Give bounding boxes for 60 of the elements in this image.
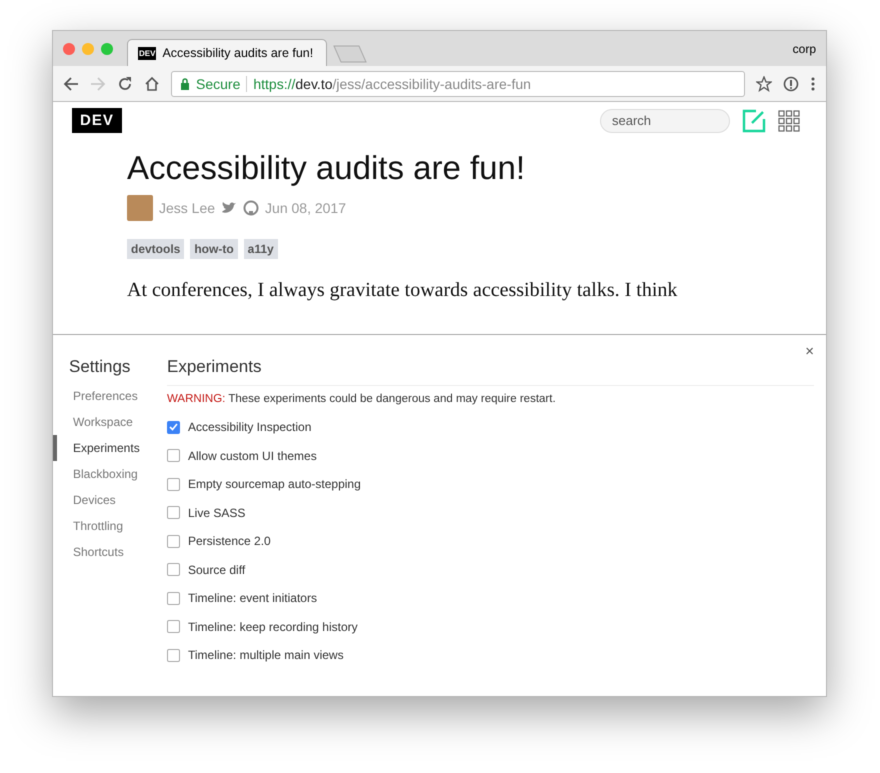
settings-nav-item[interactable]: Shortcuts — [53, 539, 151, 565]
settings-nav-item[interactable]: Devices — [53, 487, 151, 513]
settings-nav-item[interactable]: Workspace — [53, 409, 151, 435]
settings-title: Settings — [68, 357, 132, 377]
minimize-window-button[interactable] — [82, 42, 94, 54]
experiment-label: Timeline: multiple main views — [188, 648, 344, 662]
star-icon[interactable] — [756, 76, 772, 92]
lock-icon — [180, 78, 190, 90]
article-title: Accessibility audits are fun! — [127, 149, 526, 187]
experiment-label: Live SASS — [188, 506, 246, 520]
experiment-checkbox[interactable] — [167, 648, 180, 662]
experiment-checkbox[interactable] — [167, 563, 180, 576]
experiment-checkbox[interactable] — [167, 534, 180, 548]
experiment-checkbox[interactable] — [167, 592, 180, 605]
experiment-checkbox[interactable] — [167, 620, 180, 634]
tab-favicon: DEV — [138, 46, 156, 60]
tag-chip[interactable]: devtools — [127, 239, 184, 259]
reload-icon[interactable] — [117, 76, 133, 92]
author-name[interactable]: Jess Lee — [159, 200, 216, 216]
grid-menu-icon[interactable] — [778, 110, 800, 132]
experiment-checkbox[interactable] — [167, 449, 180, 462]
settings-nav-item[interactable]: Experiments — [53, 435, 151, 461]
write-post-icon[interactable] — [742, 108, 766, 132]
experiment-label: Empty sourcemap auto-stepping — [188, 477, 361, 492]
profile-label[interactable]: corp — [792, 42, 816, 56]
close-button[interactable]: × — [805, 343, 814, 360]
section-heading: Experiments — [167, 357, 262, 376]
new-tab-button[interactable] — [333, 45, 367, 63]
bird-icon[interactable] — [221, 201, 238, 215]
experiment-label: Persistence 2.0 — [188, 534, 271, 548]
settings-nav-item[interactable]: Blackboxing — [53, 461, 151, 487]
tag-chip[interactable]: a11y — [244, 239, 278, 259]
back-icon[interactable] — [63, 76, 79, 92]
home-icon[interactable] — [144, 76, 160, 92]
forward-icon[interactable] — [90, 76, 106, 92]
experiment-label: Accessibility Inspection — [188, 420, 312, 434]
avatar-placeholder — [127, 195, 153, 221]
search-field[interactable]: search — [600, 108, 730, 132]
experiment-label: Source diff — [188, 562, 246, 577]
experiment-label: Timeline: keep recording history — [188, 620, 358, 634]
zoom-window-button[interactable] — [101, 42, 113, 54]
experiment-label: Timeline: event initiators — [188, 591, 317, 606]
browser-tab[interactable]: DEV Accessibility audits are fun! — [127, 39, 327, 66]
info-icon[interactable] — [783, 76, 799, 92]
article-paragraph: At conferences, I always gravitate towards accessibility talks. I think — [127, 279, 678, 302]
site-logo[interactable]: DEV — [72, 108, 122, 133]
settings-nav-item[interactable]: Preferences — [53, 383, 151, 409]
close-window-button[interactable] — [63, 42, 75, 54]
warning-message: WARNING: These experiments could be dangerous and may require restart. — [167, 393, 557, 405]
address-bar[interactable]: Secure https://dev.to/jess/accessibility-audits-are-fun — [171, 70, 745, 96]
url-text: https://dev.to/jess/accessibility-audits-are-fun — [253, 76, 531, 92]
security-label: Secure — [196, 76, 240, 92]
menu-icon[interactable] — [810, 76, 816, 92]
experiment-checkbox[interactable] — [167, 420, 180, 434]
experiment-checkbox[interactable] — [167, 506, 180, 520]
post-date: Jun 08, 2017 — [265, 200, 346, 216]
settings-nav-item[interactable]: Throttling — [53, 513, 151, 539]
experiment-label: Allow custom UI themes — [188, 448, 317, 463]
tag-chip[interactable]: how-to — [190, 239, 238, 259]
experiment-checkbox[interactable] — [167, 478, 180, 491]
